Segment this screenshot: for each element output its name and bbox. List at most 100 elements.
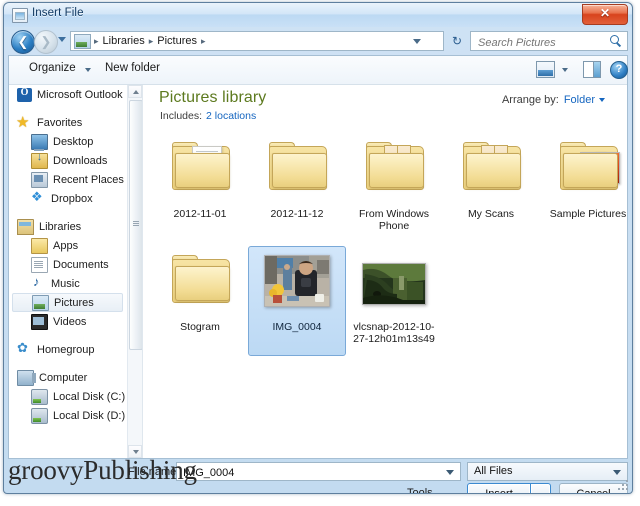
breadcrumb-bar[interactable]: ▸ Libraries ▸ Pictures ▸ [70, 31, 444, 51]
file-thumbnail [152, 247, 248, 319]
resize-grip[interactable] [617, 479, 629, 491]
preview-pane-icon[interactable] [583, 61, 601, 78]
file-name-input[interactable] [181, 465, 443, 481]
pictures-icon [32, 294, 49, 311]
file-item[interactable]: 2012-11-12 [248, 133, 346, 243]
sidebar-item-label: Dropbox [51, 192, 93, 205]
sidebar-item-label: Pictures [54, 296, 94, 309]
close-icon: ✕ [599, 6, 611, 20]
title-bar: Insert File ✕ [4, 3, 632, 27]
sidebar-item-label: Recent Places [53, 173, 124, 186]
sidebar-item-music[interactable]: Music [9, 274, 127, 293]
sidebar-list: Microsoft Outlook Favorites Desktop Downloa… [9, 85, 127, 425]
videos-icon [31, 313, 48, 330]
file-type-dropdown-icon[interactable] [613, 470, 621, 475]
sidebar-item-pictures[interactable]: Pictures [12, 293, 123, 312]
file-item[interactable]: Sample Pictures [539, 133, 627, 243]
view-layout-icon[interactable] [536, 61, 555, 78]
file-item-label: Sample Pictures [549, 208, 627, 220]
sidebar-item-libraries[interactable]: Libraries [9, 217, 127, 236]
sidebar-item-dropbox[interactable]: Dropbox [9, 189, 127, 208]
file-item[interactable]: 2012-11-01 [151, 133, 249, 243]
views-caret-icon[interactable] [562, 68, 568, 72]
downloads-icon [31, 151, 48, 169]
includes-locations-link[interactable]: 2 locations [206, 110, 256, 122]
new-folder-button[interactable]: New folder [105, 62, 160, 74]
sidebar-item-favorites[interactable]: Favorites [9, 113, 127, 132]
folder-icon [463, 142, 521, 190]
scroll-up-arrow-icon[interactable] [128, 85, 142, 98]
sidebar-item-label: Downloads [53, 154, 108, 167]
close-button[interactable]: ✕ [582, 4, 628, 25]
file-name-field[interactable] [176, 462, 461, 481]
search-input[interactable] [476, 34, 608, 51]
sidebar-item-desktop[interactable]: Desktop [9, 132, 127, 151]
forward-button[interactable]: ❯ [34, 30, 58, 54]
insert-button[interactable]: Insert [467, 483, 531, 493]
sidebar-item-label: Favorites [37, 116, 83, 129]
insert-dropdown-button[interactable] [531, 483, 551, 493]
window-picture-icon [12, 8, 28, 23]
sidebar-item-recent-places[interactable]: Recent Places [9, 170, 127, 189]
sidebar-item-documents[interactable]: Documents [9, 255, 127, 274]
arrange-caret-icon[interactable] [599, 98, 605, 103]
command-toolbar: Organize New folder ? [9, 56, 628, 85]
folder-icon [172, 142, 230, 190]
sidebar-scrollbar[interactable] [127, 85, 142, 458]
file-item[interactable]: From Windows Phone [345, 133, 443, 243]
organize-caret-icon[interactable] [85, 68, 91, 72]
organize-button[interactable]: Organize [29, 62, 76, 74]
sidebar-item-label: Microsoft Outlook [37, 88, 123, 101]
arrange-by-label: Arrange by: [501, 94, 559, 106]
back-button[interactable]: ❮ [11, 30, 35, 54]
history-dropdown-icon[interactable] [58, 37, 66, 42]
folder-icon [172, 255, 230, 303]
file-thumbnail [249, 134, 345, 206]
file-item-selected[interactable]: IMG_0004 [248, 246, 346, 356]
sidebar-item-label: Homegroup [37, 343, 95, 356]
file-thumbnail [152, 134, 248, 206]
tools-caret-icon[interactable] [448, 493, 456, 494]
image-thumbnail [362, 263, 426, 305]
sidebar-item-label: Desktop [53, 135, 94, 148]
file-item[interactable]: My Scans [442, 133, 540, 243]
search-icon [610, 35, 622, 47]
sidebar-item-videos[interactable]: Videos [9, 312, 127, 331]
help-icon[interactable]: ? [610, 61, 628, 79]
sidebar-item-computer[interactable]: Computer [9, 368, 127, 387]
forward-arrow-icon: ❯ [40, 34, 52, 49]
music-note-icon [31, 274, 46, 291]
arrange-by-value[interactable]: Folder [564, 94, 595, 106]
folder-icon [560, 142, 620, 190]
sidebar-item-downloads[interactable]: Downloads [9, 151, 127, 170]
sidebar-item-apps[interactable]: Apps [9, 236, 127, 255]
libraries-icon [17, 218, 34, 235]
file-thumbnail [540, 134, 627, 206]
folder-icon [269, 142, 327, 190]
sidebar-item-homegroup[interactable]: Homegroup [9, 340, 127, 359]
file-thumbnail [443, 134, 539, 206]
file-type-select[interactable]: All Files [467, 462, 628, 481]
star-icon [16, 113, 32, 131]
help-glyph: ? [615, 63, 623, 75]
sidebar-item-local-disk-d[interactable]: Local Disk (D:) [9, 406, 127, 425]
breadcrumb-libraries[interactable]: Libraries [100, 35, 148, 47]
sidebar-item-label: Apps [53, 239, 79, 252]
search-box[interactable] [470, 31, 628, 51]
breadcrumb-pictures[interactable]: Pictures [154, 35, 200, 47]
recent-places-icon [31, 171, 48, 188]
tools-button[interactable]: Tools [407, 487, 433, 493]
file-item[interactable]: Stogram [151, 246, 249, 356]
sidebar-item-microsoft-outlook[interactable]: Microsoft Outlook [9, 85, 127, 104]
refresh-button[interactable]: ↻ [448, 32, 466, 50]
scrollbar-thumb[interactable] [129, 100, 142, 350]
sidebar-item-local-disk-c[interactable]: Local Disk (C:) [9, 387, 127, 406]
file-name-dropdown-icon[interactable] [446, 470, 454, 475]
breadcrumb-separator: ▸ [201, 35, 206, 46]
computer-icon [17, 369, 36, 386]
includes-label: Includes: [160, 110, 203, 122]
file-item[interactable]: vlcsnap-2012-10-27-12h01m13s49 [345, 246, 443, 356]
hard-disk-icon [31, 388, 48, 405]
breadcrumb-dropdown-icon[interactable] [413, 39, 421, 44]
